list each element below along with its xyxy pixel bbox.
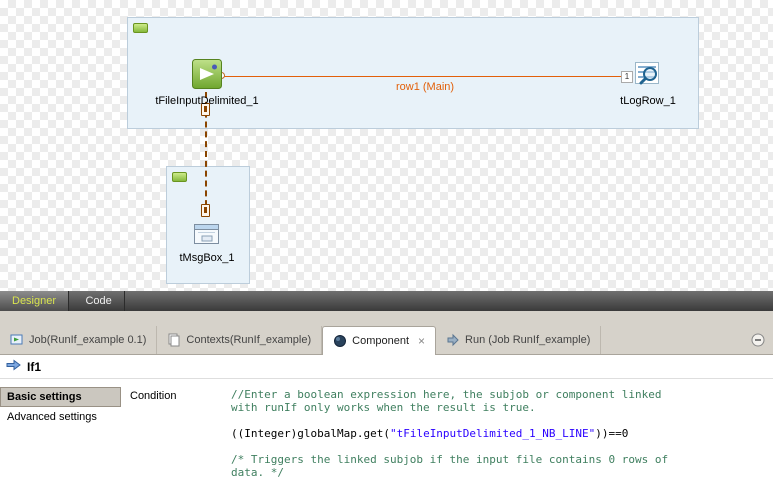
tab-code[interactable]: Code	[73, 291, 124, 311]
editor-tab-bar: Job(RunIf_example 0.1) Contexts(RunIf_ex…	[0, 326, 773, 355]
code-comment-line: data. */	[231, 466, 769, 479]
tab-contexts-label: Contexts(RunIf_example)	[186, 334, 311, 346]
code-comment-line: with runIf only works when the result is…	[231, 401, 769, 414]
condition-code-editor[interactable]: //Enter a boolean expression here, the s…	[231, 388, 769, 501]
component-tmsgbox[interactable]: tMsgBox_1	[145, 222, 269, 264]
component-label: tLogRow_1	[586, 95, 710, 107]
tab-job-label: Job(RunIf_example 0.1)	[29, 334, 146, 346]
component-label: tFileInputDelimited_1	[145, 95, 269, 107]
component-icon	[333, 334, 347, 348]
minimize-button[interactable]	[751, 333, 765, 347]
close-icon[interactable]: ×	[418, 334, 425, 348]
panel-body: Basic settings Advanced settings Conditi…	[0, 379, 773, 501]
contexts-icon	[167, 333, 181, 347]
nav-basic-settings[interactable]: Basic settings	[0, 387, 121, 407]
tab-run[interactable]: Run (Job RunIf_example)	[436, 326, 601, 354]
code-expression-line: ((Integer)globalMap.get("tFileInputDelim…	[231, 427, 769, 440]
expr-prefix: ((Integer)globalMap.get(	[231, 427, 390, 440]
subjob-collapse-button[interactable]	[172, 172, 187, 182]
condition-label: Condition	[130, 390, 176, 402]
component-panel: If1 Basic settings Advanced settings Con…	[0, 355, 773, 501]
component-tfileinputdelimited[interactable]: tFileInputDelimited_1	[145, 59, 269, 107]
nav-advanced-settings[interactable]: Advanced settings	[0, 407, 121, 427]
design-canvas[interactable]: row1 (Main) 1 tFileInputDelimited_1	[0, 0, 773, 291]
job-icon	[10, 333, 24, 347]
view-tab-bar: Designer Code	[0, 291, 773, 311]
tab-designer[interactable]: Designer	[0, 291, 69, 311]
tab-component-label: Component	[352, 335, 409, 347]
tmsgbox-icon	[193, 222, 221, 246]
expr-string: "tFileInputDelimited_1_NB_LINE"	[390, 427, 595, 440]
talend-studio-window: row1 (Main) 1 tFileInputDelimited_1	[0, 0, 773, 501]
subjob-collapse-button[interactable]	[133, 23, 148, 33]
minimize-icon	[751, 334, 765, 351]
run-icon	[446, 333, 460, 347]
code-blank-line	[231, 414, 769, 427]
panel-header: If1	[0, 355, 773, 379]
tab-component[interactable]: Component ×	[322, 326, 436, 355]
code-comment-line: /* Triggers the linked subjob if the inp…	[231, 453, 769, 466]
tab-run-label: Run (Job RunIf_example)	[465, 334, 590, 346]
trigger-handle-bottom-icon[interactable]	[201, 204, 210, 217]
connection-row1-label[interactable]: row1 (Main)	[396, 81, 454, 93]
if-arrow-icon	[6, 358, 21, 376]
connection-row1-line[interactable]	[224, 76, 630, 77]
panel-title: If1	[27, 360, 41, 374]
tlogrow-icon	[633, 59, 663, 89]
component-label: tMsgBox_1	[145, 252, 269, 264]
settings-nav: Basic settings Advanced settings	[0, 387, 121, 427]
component-tlogrow[interactable]: tLogRow_1	[586, 59, 710, 107]
tfileinputdelimited-icon	[192, 59, 222, 89]
code-comment-line: //Enter a boolean expression here, the s…	[231, 388, 769, 401]
code-blank-line	[231, 440, 769, 453]
tab-job[interactable]: Job(RunIf_example 0.1)	[0, 326, 157, 354]
tab-contexts[interactable]: Contexts(RunIf_example)	[157, 326, 322, 354]
separator-strip	[0, 311, 773, 326]
expr-suffix: ))==0	[595, 427, 628, 440]
